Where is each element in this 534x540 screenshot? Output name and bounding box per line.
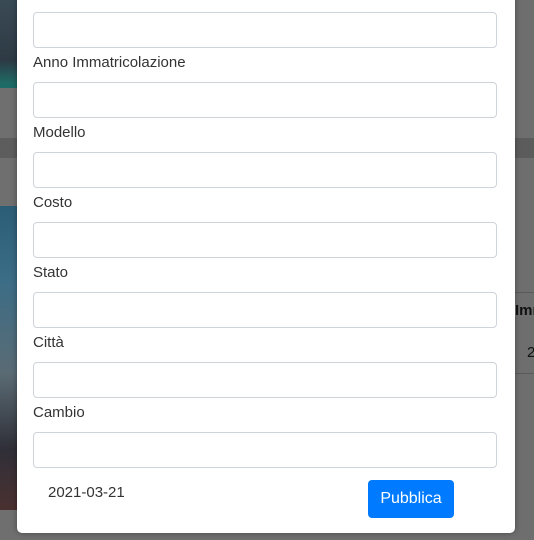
date-text: 2021-03-21 [48, 484, 125, 501]
modello-label: Modello [33, 124, 86, 141]
stato-label: Stato [33, 264, 69, 281]
citta-input[interactable] [33, 362, 497, 398]
anno-immatricolazione-label: Anno Immatricolazione [33, 54, 186, 71]
field-0-input[interactable] [33, 12, 497, 48]
costo-input[interactable] [33, 222, 497, 258]
background-accent-bar [0, 84, 17, 88]
costo-label: Costo [33, 194, 73, 211]
background-photo [0, 0, 17, 86]
background-table-header: Imm [515, 302, 534, 319]
stato-input[interactable] [33, 292, 497, 328]
background-table-cell: 2 [527, 344, 534, 361]
cambio-label: Cambio [33, 404, 85, 421]
modello-input[interactable] [33, 152, 497, 188]
background-photo-2 [0, 206, 17, 510]
cambio-input[interactable] [33, 432, 497, 468]
background-right-panel [515, 0, 534, 540]
publish-button[interactable]: Pubblica [368, 480, 454, 518]
citta-label: Città [33, 334, 64, 351]
anno-immatricolazione-input[interactable] [33, 82, 497, 118]
background-band-right [515, 138, 534, 158]
publish-modal: Anno Immatricolazione Modello Costo Stat… [17, 0, 515, 533]
background-band [0, 138, 17, 158]
